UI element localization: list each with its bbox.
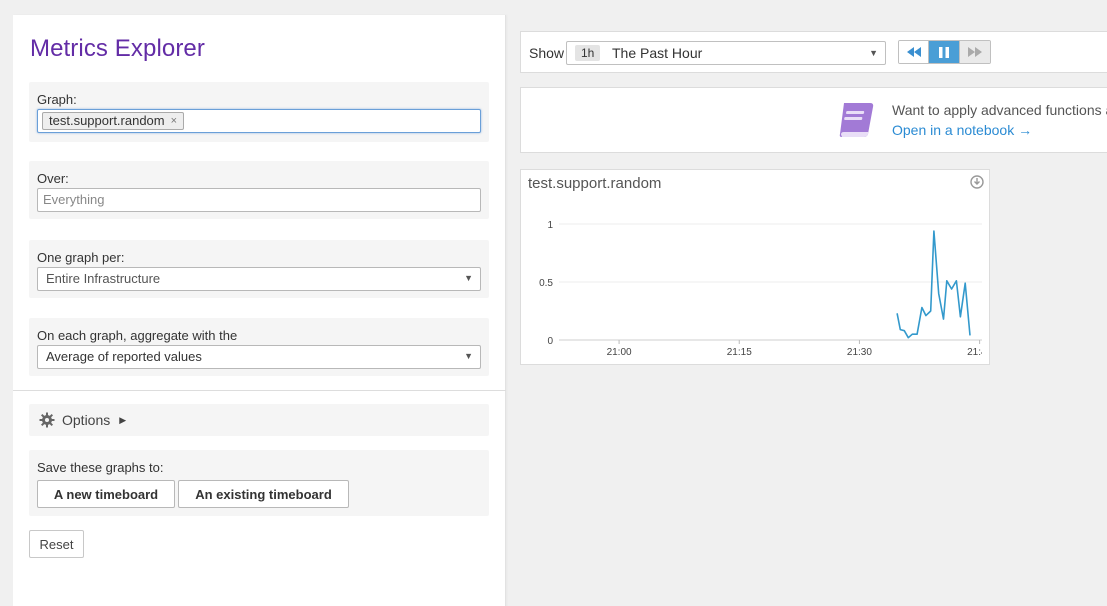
reset-button[interactable]: Reset: [29, 530, 84, 558]
rewind-button[interactable]: [899, 41, 930, 63]
over-label: Over:: [37, 171, 69, 186]
open-notebook-link[interactable]: Open in a notebook →: [892, 122, 1032, 138]
remove-tag-icon[interactable]: ×: [171, 113, 177, 129]
caret-right-icon: ▶: [119, 414, 127, 425]
over-section: Over: Everything: [29, 161, 489, 219]
notebook-icon: [839, 103, 874, 137]
x-tick-label: 21:00: [607, 347, 632, 358]
metrics-explorer-panel: Metrics Explorer Graph: test.support.ran…: [13, 15, 506, 606]
pause-button[interactable]: [929, 41, 960, 63]
options-label: Options: [62, 412, 111, 428]
y-tick-label: 1: [547, 220, 553, 231]
y-tick-label: 0.5: [539, 278, 553, 289]
graph-per-value: Entire Infrastructure: [46, 271, 161, 286]
metric-tag: test.support.random ×: [42, 112, 185, 130]
save-label: Save these graphs to:: [37, 460, 164, 475]
graph-label: Graph:: [37, 92, 77, 107]
chevron-down-icon: ▼: [464, 273, 473, 283]
over-placeholder: Everything: [43, 192, 105, 207]
graph-per-label: One graph per:: [37, 250, 125, 265]
chevron-down-icon: ▼: [869, 48, 878, 58]
graph-per-section: One graph per: Entire Infrastructure ▼: [29, 240, 489, 298]
time-range-select[interactable]: 1h The Past Hour ▼: [566, 41, 886, 65]
time-range-pill: 1h: [575, 45, 601, 61]
new-timeboard-button[interactable]: A new timeboard: [37, 480, 175, 508]
show-label: Show: [529, 45, 565, 61]
divider: [13, 390, 506, 391]
x-tick-label: 21:30: [847, 347, 872, 358]
graph-per-select[interactable]: Entire Infrastructure ▼: [37, 267, 481, 291]
over-input[interactable]: Everything: [37, 188, 481, 212]
metric-tag-label: test.support.random: [49, 113, 165, 128]
save-graphs-section: Save these graphs to: A new timeboard An…: [29, 450, 489, 516]
chevron-down-icon: ▼: [464, 351, 473, 361]
aggregate-select[interactable]: Average of reported values ▼: [37, 345, 481, 369]
x-tick-label: 21:15: [727, 347, 752, 358]
y-tick-label: 0: [547, 336, 553, 347]
aggregate-label: On each graph, aggregate with the: [37, 328, 238, 343]
time-controls-bar: Show 1h The Past Hour ▼: [520, 31, 1107, 73]
playback-controls: [898, 40, 991, 64]
timeseries-chart: 1 0.5 0 21:00 21:15 21:30 21:45: [539, 220, 991, 358]
graph-title: test.support.random: [528, 175, 662, 192]
page-title: Metrics Explorer: [30, 35, 205, 62]
aggregate-value: Average of reported values: [46, 349, 202, 364]
forward-button[interactable]: [959, 41, 990, 63]
notebook-banner: Want to apply advanced functions a Open …: [520, 87, 1107, 153]
x-tick-label: 21:45: [967, 347, 991, 358]
options-toggle[interactable]: Options ▶: [29, 404, 489, 436]
graph-metric-input[interactable]: test.support.random ×: [37, 109, 481, 133]
time-range-text: The Past Hour: [612, 45, 703, 61]
graph-section: Graph: test.support.random ×: [29, 82, 489, 142]
pause-icon: [939, 46, 950, 58]
aggregate-section: On each graph, aggregate with the Averag…: [29, 318, 489, 376]
gear-icon: [39, 412, 55, 428]
rewind-icon: [906, 47, 921, 57]
notebook-message: Want to apply advanced functions a: [892, 102, 1107, 118]
series-line: [896, 230, 971, 339]
export-icon[interactable]: [970, 175, 984, 189]
metric-graph: 1 0.5 0 21:00 21:15 21:30 21:45 test.support.r…: [520, 169, 990, 365]
existing-timeboard-button[interactable]: An existing timeboard: [178, 480, 349, 508]
forward-icon: [967, 47, 982, 57]
